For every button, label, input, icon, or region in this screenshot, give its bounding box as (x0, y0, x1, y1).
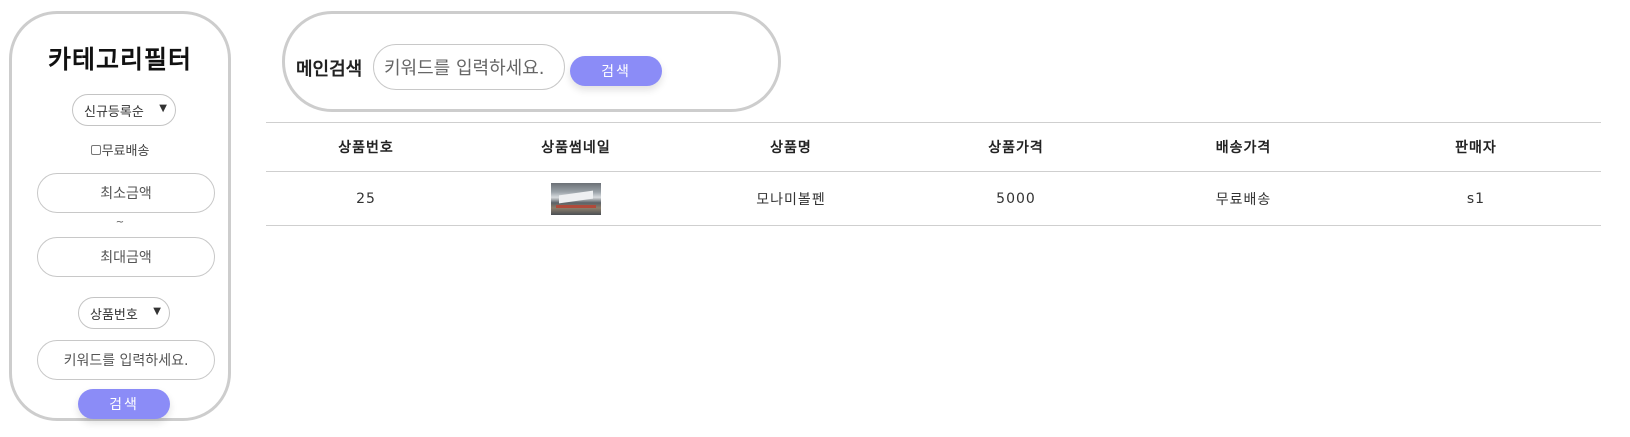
sort-order-value: 신규등록순 (84, 104, 144, 120)
main-search-box: 메인검색 키워드를 입력하세요. 검색 (282, 11, 781, 112)
free-shipping-option[interactable]: 무료배송 (12, 140, 228, 159)
header-seller: 판매자 (1455, 140, 1497, 156)
search-field-select[interactable]: 상품번호 ▼ (78, 297, 170, 329)
cell-product-name[interactable]: 모나미볼펜 (686, 172, 896, 226)
category-filter-panel: 카테고리필터 신규등록순 ▼ 무료배송 최소금액 ~ 최대금액 상품번호 ▼ 키… (9, 11, 231, 421)
filter-title: 카테고리필터 (47, 45, 192, 74)
main-search-input[interactable]: 키워드를 입력하세요. (373, 44, 565, 90)
filter-search-button[interactable]: 검색 (78, 389, 170, 419)
main-search-button[interactable]: 검색 (570, 56, 662, 86)
cell-seller: s1 (1466, 190, 1486, 207)
cell-product-no: 25 (356, 190, 376, 207)
header-price: 상품가격 (988, 140, 1044, 156)
min-price-input[interactable]: 최소금액 (37, 173, 215, 213)
search-field-value: 상품번호 (90, 307, 138, 323)
max-price-input[interactable]: 최대금액 (37, 237, 215, 277)
header-product-name: 상품명 (770, 140, 812, 156)
table-header-row: 상품번호 상품썸네일 상품명 상품가격 배송가격 판매자 (266, 122, 1601, 172)
header-product-no: 상품번호 (338, 140, 394, 156)
chevron-down-icon: ▼ (153, 306, 161, 317)
header-shipping: 배송가격 (1215, 140, 1272, 156)
cell-price: 5000 (996, 190, 1036, 207)
cell-thumbnail (466, 172, 686, 226)
free-shipping-checkbox[interactable] (90, 144, 101, 155)
main-search-label: 메인검색 (296, 59, 363, 80)
chevron-down-icon: ▼ (159, 103, 167, 114)
header-thumbnail: 상품썸네일 (541, 140, 611, 156)
product-table: 상품번호 상품썸네일 상품명 상품가격 배송가격 판매자 25 모나미볼펜 50… (266, 122, 1601, 226)
free-shipping-label: 무료배송 (101, 144, 150, 159)
table-row[interactable]: 25 모나미볼펜 5000 무료배송 s1 (266, 172, 1601, 226)
price-range-separator: ~ (115, 217, 125, 228)
product-thumbnail-image[interactable] (551, 182, 601, 215)
filter-keyword-input[interactable]: 키워드를 입력하세요. (37, 340, 215, 380)
cell-shipping: 무료배송 (1215, 191, 1272, 208)
sort-order-select[interactable]: 신규등록순 ▼ (72, 94, 176, 126)
